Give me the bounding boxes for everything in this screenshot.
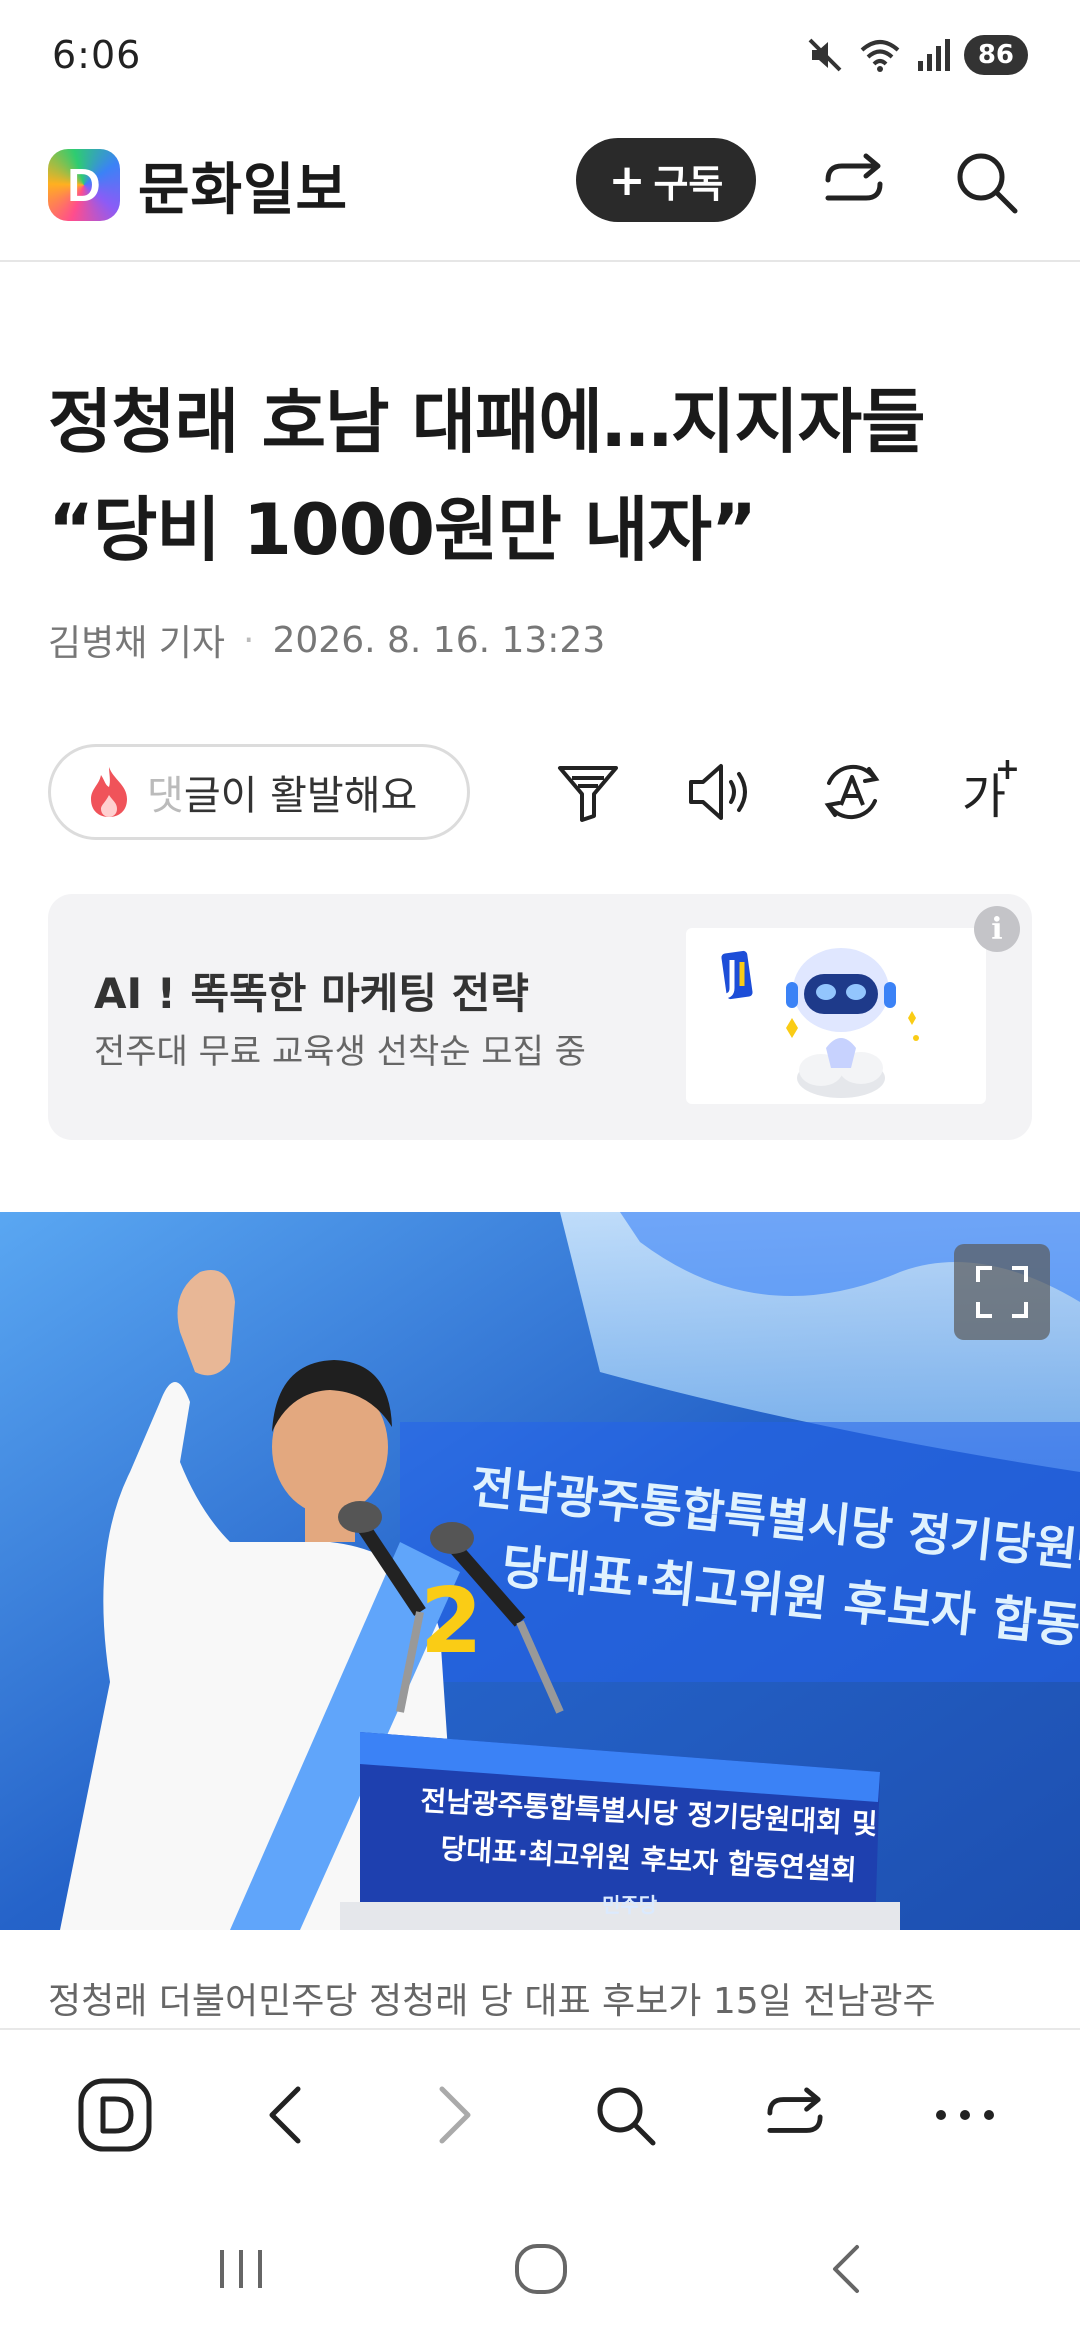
sash-number: 2 xyxy=(420,1569,483,1674)
summary-button[interactable] xyxy=(548,752,628,832)
auto-translate-icon xyxy=(824,764,880,820)
chevron-right-icon xyxy=(439,2086,471,2144)
fullscreen-button[interactable] xyxy=(954,1244,1050,1340)
photo-caption: 정청래 더불어민주당 정청래 당 대표 후보가 15일 전남광주 xyxy=(48,1981,936,2022)
mute-icon xyxy=(808,38,842,72)
article-photo[interactable]: 전남광주통합특별시당 정기당원대회 및 당대표·최고위원 후보자 합동연설회 2… xyxy=(0,1212,1080,1930)
subscribe-label: 구독 xyxy=(653,161,724,206)
ad-banner[interactable]: AI ! 똑똑한 마케팅 전략 전주대 무료 교육생 선착순 모집 중 i xyxy=(48,894,1032,1140)
byline: 김병채 기자 · 2026. 8. 16. 13:23 xyxy=(48,614,605,666)
back-chevron-icon xyxy=(833,2245,859,2293)
expand-icon xyxy=(976,1266,1028,1318)
brand-name[interactable]: 문화일보 xyxy=(138,145,348,226)
comment-button[interactable]: 댓글이 활발해요 xyxy=(48,744,470,840)
flame-icon xyxy=(91,767,127,817)
speaker-icon xyxy=(689,764,747,820)
signal-icon xyxy=(917,39,950,71)
system-back-button[interactable] xyxy=(800,2234,890,2304)
recent-apps-icon xyxy=(220,2250,262,2288)
ad-subtitle: 전주대 무료 교육생 선착순 모집 중 xyxy=(94,1032,586,1072)
ad-title: AI ! 똑똑한 마케팅 전략 xyxy=(94,969,529,1018)
headline-line-2: “당비 1000원만 내자” xyxy=(48,489,757,571)
plus-icon: + xyxy=(608,154,646,206)
d-home-icon xyxy=(78,2078,152,2152)
comment-status-text: 글이 활발해요 xyxy=(183,773,418,819)
publish-datetime: 2026. 8. 16. 13:23 xyxy=(272,619,606,661)
ad-image xyxy=(686,928,986,1104)
robot-mascot-icon xyxy=(721,948,919,1098)
search-icon xyxy=(597,2087,656,2146)
subscribe-button[interactable]: + 구독 xyxy=(576,138,756,222)
translate-button[interactable] xyxy=(812,752,892,832)
browser-toolbar xyxy=(0,2028,1080,2198)
byline-separator: · xyxy=(243,619,255,661)
system-home-button[interactable] xyxy=(496,2234,586,2304)
battery-level: 86 xyxy=(963,35,1028,75)
more-button[interactable] xyxy=(920,2070,1010,2160)
font-size-button[interactable]: 가 + xyxy=(944,752,1024,832)
brand-logo[interactable]: D xyxy=(48,149,120,221)
ad-info-button[interactable]: i xyxy=(974,906,1020,952)
font-plus-icon: + xyxy=(994,752,1020,787)
wifi-icon xyxy=(860,40,900,72)
status-icons: 86 xyxy=(806,35,1028,75)
recent-apps-button[interactable] xyxy=(196,2234,286,2304)
search-button[interactable] xyxy=(950,146,1022,218)
logo-letter: D xyxy=(67,159,101,211)
app-header: D 문화일보 + 구독 xyxy=(0,110,1080,262)
home-circle-icon xyxy=(515,2244,567,2294)
article-headline: 정청래 호남 대패에…지지자들 “당비 1000원만 내자” xyxy=(48,368,1038,584)
comment-status-faded: 댓 xyxy=(147,773,184,819)
headline-line-1: 정청래 호남 대패에…지지자들 xyxy=(48,381,926,463)
share-icon xyxy=(767,2087,823,2133)
author[interactable]: 김병채 기자 xyxy=(48,614,225,666)
bottom-search-button[interactable] xyxy=(580,2070,670,2160)
share-button[interactable] xyxy=(818,146,890,218)
party-mark: 민주당 xyxy=(602,1893,658,1917)
filter-icon xyxy=(558,766,618,822)
bottom-share-button[interactable] xyxy=(750,2070,840,2160)
home-button[interactable] xyxy=(70,2070,160,2160)
chevron-left-icon xyxy=(269,2086,301,2144)
system-nav-bar xyxy=(0,2198,1080,2340)
search-icon xyxy=(957,153,1018,214)
status-time: 6:06 xyxy=(52,33,142,77)
status-bar: 6:06 86 xyxy=(0,0,1080,110)
share-icon xyxy=(825,153,883,201)
listen-button[interactable] xyxy=(680,752,760,832)
back-button[interactable] xyxy=(240,2070,330,2160)
forward-button[interactable] xyxy=(410,2070,500,2160)
photo-image: 전남광주통합특별시당 정기당원대회 및 당대표·최고위원 후보자 합동연설회 2… xyxy=(0,1212,1080,1930)
more-dots-icon xyxy=(936,2110,994,2120)
comment-status: 댓글이 활발해요 xyxy=(147,763,417,821)
